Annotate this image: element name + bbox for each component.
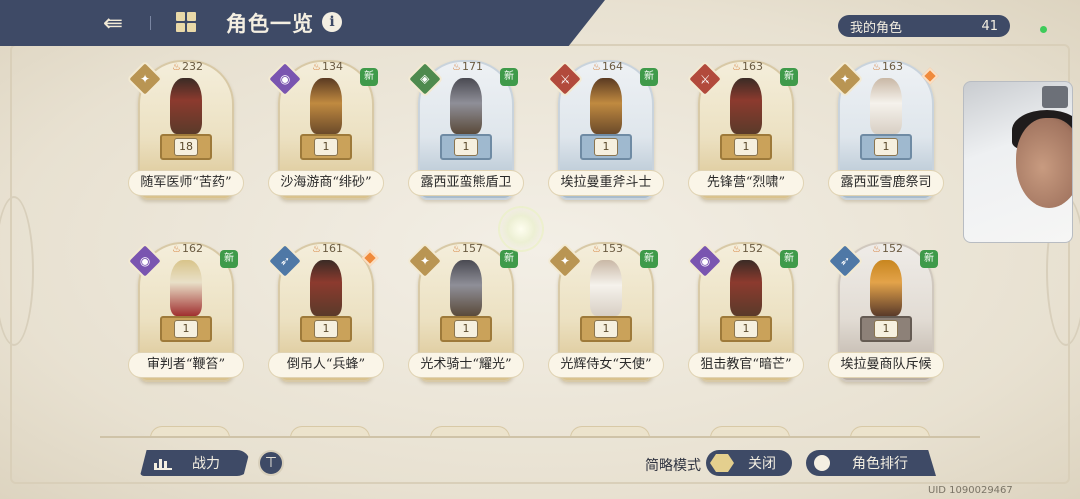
character-name: 沙海游商“绯砂”	[268, 170, 384, 196]
character-portrait	[450, 78, 482, 134]
simple-mode-label: 简略模式	[645, 458, 701, 474]
character-power: 152	[732, 242, 763, 255]
character-name: 露西亚蛮熊盾卫	[408, 170, 524, 196]
simple-mode-state: 关闭	[748, 456, 776, 472]
new-badge: 新	[500, 250, 518, 268]
character-card[interactable]: 1➶152新埃拉曼商队斥候	[826, 238, 944, 388]
character-card[interactable]: 1⚔164新埃拉曼重斧斗士	[546, 56, 664, 206]
new-badge: 新	[640, 250, 658, 268]
online-status-dot	[1040, 26, 1047, 33]
sort-by-power-label: 战力	[192, 456, 220, 472]
my-characters-label: 我的角色	[850, 20, 903, 36]
character-name: 光辉侍女“天使”	[548, 352, 664, 378]
character-level: 18	[174, 138, 198, 156]
character-name: 倒吊人“兵蜂”	[268, 352, 384, 378]
character-level: 1	[314, 320, 338, 338]
camera-person-face	[1016, 118, 1072, 208]
character-portrait	[590, 78, 622, 134]
character-card[interactable]: 1➶161倒吊人“兵蜂”	[266, 238, 384, 388]
character-portrait	[450, 260, 482, 316]
character-level: 1	[874, 138, 898, 156]
new-badge: 新	[920, 250, 938, 268]
bottom-divider	[100, 436, 980, 438]
character-power: 163	[732, 60, 763, 73]
character-name: 审判者“鞭笞”	[128, 352, 244, 378]
character-power: 171	[452, 60, 483, 73]
character-level: 1	[454, 320, 478, 338]
new-badge: 新	[640, 68, 658, 86]
header-separator	[150, 16, 151, 30]
page-title: 角色一览	[226, 11, 314, 36]
bar-chart-icon	[154, 456, 172, 470]
character-power: 152	[872, 242, 903, 255]
character-name: 狙击教官“暗芒”	[688, 352, 804, 378]
new-badge: 新	[780, 250, 798, 268]
character-portrait	[590, 260, 622, 316]
new-badge: 新	[780, 68, 798, 86]
user-id: UID 1090029467	[928, 485, 1013, 496]
character-power: 162	[172, 242, 203, 255]
character-level: 1	[874, 320, 898, 338]
character-level: 1	[594, 320, 618, 338]
character-level: 1	[314, 138, 338, 156]
my-characters-count: 41	[981, 18, 998, 34]
character-power: 134	[312, 60, 343, 73]
character-ranking-label: 角色排行	[852, 456, 908, 472]
character-name: 光术骑士“耀光”	[408, 352, 524, 378]
character-power: 232	[172, 60, 203, 73]
character-name: 埃拉曼商队斥候	[828, 352, 944, 378]
toggle-knob	[710, 454, 734, 472]
character-power: 153	[592, 242, 623, 255]
character-level: 1	[454, 138, 478, 156]
camera-thumbnail	[1042, 86, 1068, 108]
character-portrait	[870, 260, 902, 316]
character-level: 1	[734, 138, 758, 156]
character-card[interactable]: 18✦232随军医师“苦药”	[126, 56, 244, 206]
simple-mode-toggle[interactable]: 关闭	[706, 450, 792, 476]
character-power: 157	[452, 242, 483, 255]
filter-icon[interactable]: ⊤	[258, 450, 284, 476]
character-portrait	[170, 260, 202, 316]
selection-sparkle	[498, 206, 544, 252]
character-card[interactable]: 1✦153新光辉侍女“天使”	[546, 238, 664, 388]
character-card[interactable]: 1✦157新光术骑士“耀光”	[406, 238, 524, 388]
ornament-left	[0, 196, 34, 346]
character-portrait	[310, 260, 342, 316]
character-portrait	[730, 260, 762, 316]
character-name: 随军医师“苦药”	[128, 170, 244, 196]
character-portrait	[730, 78, 762, 134]
camera-overlay[interactable]	[963, 81, 1073, 243]
grid-view-icon[interactable]	[176, 12, 196, 32]
sort-by-power-button[interactable]: 战力	[140, 450, 250, 476]
character-card[interactable]: 1◉134新沙海游商“绯砂”	[266, 56, 384, 206]
character-name: 埃拉曼重斧斗士	[548, 170, 664, 196]
back-arrow-icon[interactable]: ⇚	[96, 8, 130, 38]
ranking-icon	[814, 455, 830, 471]
character-card[interactable]: 1◉152新狙击教官“暗芒”	[686, 238, 804, 388]
character-ranking-button[interactable]: 角色排行	[806, 450, 936, 476]
character-card[interactable]: 1◉162新审判者“鞭笞”	[126, 238, 244, 388]
new-badge: 新	[220, 250, 238, 268]
character-power: 163	[872, 60, 903, 73]
character-name: 露西亚雪鹿祭司	[828, 170, 944, 196]
character-card[interactable]: 1⚔163新先锋营“烈啸”	[686, 56, 804, 206]
character-card[interactable]: 1◈171新露西亚蛮熊盾卫	[406, 56, 524, 206]
character-power: 164	[592, 60, 623, 73]
character-name: 先锋营“烈啸”	[688, 170, 804, 196]
character-portrait	[170, 78, 202, 134]
character-level: 1	[734, 320, 758, 338]
character-card[interactable]: 1✦163露西亚雪鹿祭司	[826, 56, 944, 206]
character-portrait	[870, 78, 902, 134]
character-level: 1	[174, 320, 198, 338]
character-power: 161	[312, 242, 343, 255]
new-badge: 新	[360, 68, 378, 86]
new-badge: 新	[500, 68, 518, 86]
character-portrait	[310, 78, 342, 134]
character-level: 1	[594, 138, 618, 156]
my-characters-counter: 我的角色 41	[838, 15, 1010, 37]
info-icon[interactable]: i	[322, 12, 342, 32]
